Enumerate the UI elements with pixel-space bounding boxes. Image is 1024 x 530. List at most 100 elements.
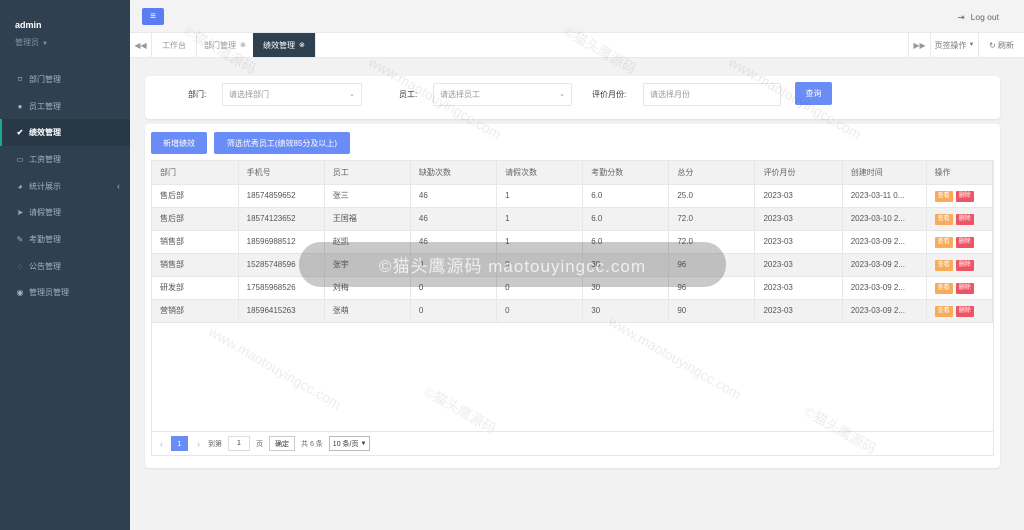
table-cell: 2023-03 bbox=[754, 184, 843, 208]
sidebar-item-admin[interactable]: ◉ 管理员管理 bbox=[0, 280, 130, 307]
user-box: admin 管理员 ▼ bbox=[0, 0, 130, 60]
refresh-icon: ↻ bbox=[989, 40, 996, 50]
delete-button[interactable]: 删除 bbox=[955, 305, 974, 317]
sidebar-item-label: 员工管理 bbox=[29, 101, 61, 111]
view-button[interactable]: 查看 bbox=[934, 305, 953, 317]
delete-button[interactable]: 删除 bbox=[955, 259, 974, 271]
page-size-label: 10 条/页 bbox=[332, 440, 359, 448]
goto-page-input[interactable]: 1 bbox=[228, 436, 250, 451]
month-input[interactable]: 请选择月份 bbox=[643, 83, 781, 106]
table-cell-actions: 查看 删除 bbox=[926, 230, 994, 254]
prev-page-icon[interactable]: ‹ bbox=[160, 439, 163, 449]
add-performance-button[interactable]: 新增绩效 bbox=[151, 132, 207, 154]
table-cell: 2023-03 bbox=[754, 299, 843, 323]
bookmark-icon: ⌑ bbox=[17, 74, 23, 84]
sidebar-nav: ⌑ 部门管理 ● 员工管理 ✔ 绩效管理 ▭ 工资管理 ◕ 统计展示 ‹ ➤ 请假管理 ✎ 考勤… bbox=[0, 66, 130, 306]
delete-button[interactable]: 删除 bbox=[955, 213, 974, 225]
tab-department[interactable]: 部门管理 ⊗ bbox=[194, 33, 257, 57]
sidebar-item-label: 部门管理 bbox=[29, 74, 61, 84]
tab-scroll-right-button[interactable]: ▶▶ bbox=[908, 33, 930, 57]
filter-excellent-button[interactable]: 筛选优秀员工(绩效85分及以上) bbox=[214, 132, 350, 154]
column-header[interactable]: 员工 bbox=[324, 161, 411, 185]
caret-down-icon: ▼ bbox=[968, 42, 975, 48]
query-button[interactable]: 查询 bbox=[795, 82, 832, 105]
logout-button[interactable]: ⇥ Log out bbox=[958, 12, 1000, 23]
goto-confirm-button[interactable]: 确定 bbox=[269, 436, 295, 451]
sidebar-item-performance[interactable]: ✔ 绩效管理 bbox=[0, 119, 130, 147]
table-cell-actions: 查看 删除 bbox=[926, 253, 994, 277]
table-cell: 王国福 bbox=[324, 207, 411, 231]
table-cell: 1 bbox=[496, 207, 584, 231]
tab-performance[interactable]: 绩效管理 ⊗ bbox=[253, 33, 316, 57]
column-header[interactable]: 部门 bbox=[152, 161, 239, 185]
sidebar-item-employee[interactable]: ● 员工管理 bbox=[0, 93, 130, 120]
emp-select[interactable]: 请选择员工 ⌄ bbox=[433, 83, 572, 106]
table-cell: 售后部 bbox=[152, 184, 239, 208]
table-cell: 46 bbox=[410, 184, 498, 208]
sidebar-item-statistics[interactable]: ◕ 统计展示 ‹ bbox=[0, 173, 130, 200]
view-button[interactable]: 查看 bbox=[934, 282, 953, 294]
close-icon[interactable]: ⊗ bbox=[299, 41, 305, 49]
edit-icon: ✎ bbox=[16, 234, 24, 244]
comment-icon: ◌ bbox=[17, 261, 23, 271]
menu-toggle-button[interactable]: ≡ bbox=[142, 8, 164, 25]
column-header[interactable]: 手机号 bbox=[238, 161, 325, 185]
sidebar-item-leave[interactable]: ➤ 请假管理 bbox=[0, 199, 130, 226]
column-header[interactable]: 总分 bbox=[668, 161, 756, 185]
paper-plane-icon: ➤ bbox=[16, 208, 24, 218]
view-button[interactable]: 查看 bbox=[934, 236, 953, 248]
tab-operations-dropdown[interactable]: 页签操作 ▼ bbox=[930, 33, 978, 57]
close-icon[interactable]: ⊗ bbox=[240, 41, 246, 49]
table-cell: 2023-03-10 2... bbox=[842, 207, 927, 231]
chevron-down-icon: ▼ bbox=[360, 440, 367, 447]
table-cell: 46 bbox=[410, 207, 498, 231]
table-cell: 0 bbox=[496, 299, 584, 323]
chevron-left-icon: ‹ bbox=[117, 181, 120, 192]
table-cell: 销售部 bbox=[152, 253, 239, 277]
dept-label: 部门: bbox=[188, 90, 207, 99]
table-cell: 2023-03 bbox=[754, 207, 843, 231]
table-cell: 1 bbox=[496, 184, 584, 208]
tab-dashboard[interactable]: 工作台 bbox=[152, 33, 197, 57]
column-header[interactable]: 考勤分数 bbox=[582, 161, 670, 185]
delete-button[interactable]: 删除 bbox=[955, 236, 974, 248]
table-cell: 2023-03-09 2... bbox=[842, 299, 927, 323]
column-header[interactable]: 请假次数 bbox=[496, 161, 584, 185]
chevron-down-icon: ⌄ bbox=[349, 91, 355, 98]
dept-select[interactable]: 请选择部门 ⌄ bbox=[222, 83, 362, 106]
next-page-icon[interactable]: › bbox=[197, 439, 200, 449]
view-button[interactable]: 查看 bbox=[934, 190, 953, 202]
delete-button[interactable]: 删除 bbox=[955, 190, 974, 202]
user-role-dropdown[interactable]: 管理员 ▼ bbox=[15, 37, 130, 48]
delete-button[interactable]: 删除 bbox=[955, 282, 974, 294]
chevron-down-icon: ⌄ bbox=[559, 91, 565, 98]
view-button[interactable]: 查看 bbox=[934, 259, 953, 271]
add-label: 新增绩效 bbox=[163, 138, 195, 148]
sidebar-item-salary[interactable]: ▭ 工资管理 bbox=[0, 146, 130, 173]
sidebar-item-label: 管理员管理 bbox=[29, 288, 69, 298]
refresh-button[interactable]: ↻ 刷新 bbox=[978, 33, 1024, 57]
table-cell: 2023-03 bbox=[754, 253, 843, 277]
table-cell: 张三 bbox=[324, 184, 411, 208]
total-count: 共 6 条 bbox=[301, 440, 323, 448]
column-header[interactable]: 评价月份 bbox=[754, 161, 843, 185]
tab-scroll-left-button[interactable]: ◀◀ bbox=[130, 33, 152, 57]
table-row: 营销部 18596415263 张萌 0 0 30 90 2023-03 2023-03-09 … bbox=[152, 299, 994, 323]
table-header-row: 部门 手机号 员工 缺勤次数 请假次数 考勤分数 总分 评价月份 创建时间 操作 bbox=[152, 161, 994, 185]
sidebar-item-label: 工资管理 bbox=[29, 154, 61, 164]
column-header[interactable]: 创建时间 bbox=[842, 161, 927, 185]
emp-placeholder: 请选择员工 bbox=[440, 90, 480, 99]
view-button[interactable]: 查看 bbox=[934, 213, 953, 225]
page-size-select[interactable]: 10 条/页 ▼ bbox=[328, 436, 371, 451]
table-cell: 18574123652 bbox=[238, 207, 325, 231]
table-cell: 72.0 bbox=[668, 207, 756, 231]
tabs-bar: ◀◀ 工作台 部门管理 ⊗ 绩效管理 ⊗ ▶▶ 页签操作 ▼ ↻ 刷新 bbox=[130, 33, 1024, 58]
table-cell: 18596415263 bbox=[238, 299, 325, 323]
sidebar-item-department[interactable]: ⌑ 部门管理 bbox=[0, 66, 130, 93]
column-header[interactable]: 缺勤次数 bbox=[410, 161, 498, 185]
table-cell: 30 bbox=[582, 299, 670, 323]
sidebar-item-attendance[interactable]: ✎ 考勤管理 bbox=[0, 226, 130, 253]
sidebar-item-notice[interactable]: ◌ 公告管理 bbox=[0, 253, 130, 280]
tab-ops-label: 页签操作 bbox=[934, 40, 967, 50]
current-page[interactable]: 1 bbox=[171, 436, 188, 451]
